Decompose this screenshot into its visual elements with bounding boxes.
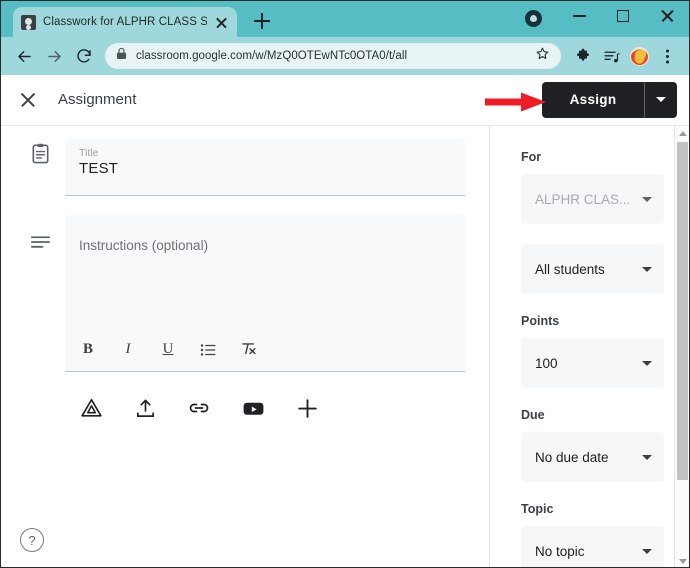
assign-button-group: Assign <box>542 81 677 118</box>
window-controls <box>557 1 689 31</box>
profile-avatar[interactable] <box>626 43 652 69</box>
section-for: For ALPHR CLAS... All students <box>521 150 689 294</box>
class-select-value: ALPHR CLAS... <box>535 191 631 207</box>
assign-dropdown-button[interactable] <box>645 82 677 118</box>
instructions-row: Instructions (optional) B I U <box>1 215 489 372</box>
scrollbar-thumb[interactable] <box>677 142 688 480</box>
section-points: Points 100 <box>521 314 689 388</box>
topic-select[interactable]: No topic <box>521 526 664 567</box>
assignment-body: Title TEST Instructions (optional) B I U… <box>1 125 689 567</box>
points-label: Points <box>521 314 560 328</box>
instructions-input[interactable]: Instructions (optional) <box>65 215 465 328</box>
instructions-placeholder: Instructions (optional) <box>79 238 209 253</box>
bold-button[interactable]: B <box>73 335 103 365</box>
upload-button[interactable] <box>129 392 161 424</box>
due-select-value: No due date <box>535 449 609 465</box>
clipboard-icon <box>15 126 65 196</box>
section-due: Due No due date <box>521 408 689 482</box>
points-select[interactable]: 100 <box>521 338 664 388</box>
forward-arrow-icon[interactable] <box>40 42 68 70</box>
star-icon[interactable] <box>535 46 550 66</box>
assign-button[interactable]: Assign <box>542 82 644 118</box>
clear-formatting-button[interactable] <box>233 335 263 365</box>
title-value: TEST <box>79 160 119 177</box>
youtube-button[interactable] <box>237 392 269 424</box>
browser-window: Classwork for ALPHR CLASS SAM classroom.… <box>0 0 690 568</box>
due-label: Due <box>521 408 545 422</box>
minimize-button[interactable] <box>557 1 601 31</box>
chevron-down-icon <box>642 266 652 272</box>
assignment-form: Title TEST Instructions (optional) B I U… <box>1 126 490 567</box>
bulleted-list-button[interactable] <box>193 335 223 365</box>
lock-icon <box>116 47 127 65</box>
browser-toolbar: classroom.google.com/w/MzQ0OTEwNTc0OTA0/… <box>1 37 689 75</box>
back-arrow-icon[interactable] <box>10 42 38 70</box>
scroll-down-arrow-icon[interactable] <box>675 554 689 567</box>
chevron-down-icon <box>642 196 652 202</box>
class-select[interactable]: ALPHR CLAS... <box>521 174 664 224</box>
google-drive-button[interactable] <box>75 392 107 424</box>
due-select[interactable]: No due date <box>521 432 664 482</box>
format-toolbar: B I U <box>65 328 465 372</box>
chevron-down-icon <box>642 548 652 554</box>
chevron-down-icon <box>642 454 652 460</box>
tab-strip: Classwork for ALPHR CLASS SAM <box>1 1 689 37</box>
address-bar[interactable]: classroom.google.com/w/MzQ0OTEwNTc0OTA0/… <box>105 43 561 69</box>
students-select[interactable]: All students <box>521 244 664 294</box>
classroom-favicon <box>21 14 36 30</box>
chevron-down-icon <box>656 97 666 102</box>
italic-button[interactable]: I <box>113 335 143 365</box>
assignment-settings-panel: For ALPHR CLAS... All students Points 10… <box>490 126 689 567</box>
url-text: classroom.google.com/w/MzQ0OTEwNTc0OTA0/… <box>136 50 408 62</box>
close-tab-icon[interactable] <box>214 15 229 30</box>
reading-list-icon[interactable] <box>598 43 624 69</box>
kebab-menu-icon[interactable] <box>654 43 680 69</box>
assignment-actions: Assign <box>542 81 677 118</box>
section-topic: Topic No topic <box>521 502 689 567</box>
tab-title: Classwork for ALPHR CLASS SAM <box>43 16 207 28</box>
chevron-down-icon <box>642 360 652 366</box>
scroll-up-arrow-icon[interactable] <box>675 126 689 141</box>
browser-tab[interactable]: Classwork for ALPHR CLASS SAM <box>13 7 237 37</box>
new-tab-button[interactable] <box>251 10 273 32</box>
reload-icon[interactable] <box>70 42 98 70</box>
underline-button[interactable]: U <box>153 335 183 365</box>
topic-label: Topic <box>521 502 554 516</box>
close-icon[interactable] <box>15 87 41 113</box>
puzzle-piece-icon[interactable] <box>570 43 596 69</box>
points-select-value: 100 <box>535 355 558 371</box>
students-select-value: All students <box>535 261 605 277</box>
link-button[interactable] <box>183 392 215 424</box>
page-title: Assignment <box>58 91 137 108</box>
description-lines-icon <box>15 215 65 372</box>
for-label: For <box>521 150 542 164</box>
close-window-button[interactable] <box>645 1 689 31</box>
vertical-scrollbar[interactable] <box>674 126 689 567</box>
create-button[interactable] <box>291 392 323 424</box>
profile-chip-icon[interactable] <box>525 10 542 27</box>
topic-select-value: No topic <box>535 543 585 559</box>
title-input[interactable]: Title TEST <box>65 139 465 196</box>
red-arrow-annotation <box>485 92 546 112</box>
title-label: Title <box>79 147 99 159</box>
title-row: Title TEST <box>1 126 489 196</box>
maximize-button[interactable] <box>601 1 645 31</box>
assignment-header: Assignment Assign <box>1 75 689 125</box>
help-button[interactable]: ? <box>20 528 44 552</box>
attachment-toolbar <box>1 392 489 424</box>
